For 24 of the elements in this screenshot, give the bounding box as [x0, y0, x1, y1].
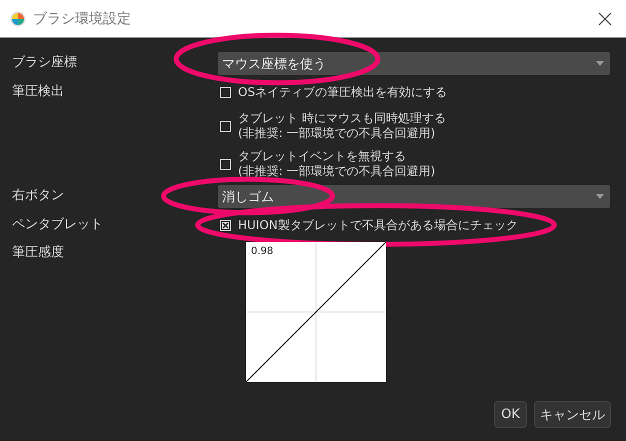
window-title: ブラシ環境設定	[33, 10, 132, 28]
setting-label: ブラシ座標	[12, 54, 78, 72]
setting-label: 筆圧検出	[12, 83, 65, 101]
checkbox[interactable]	[220, 120, 231, 132]
checkbox-label: タブレットイベントを無視する (非推奨: 一部環境での不具合回避用)	[238, 149, 436, 179]
close-icon[interactable]	[598, 12, 612, 26]
pressure-curve-graph[interactable]: 0.98	[246, 242, 386, 382]
checkbox-label: HUION製タブレットで不具合がある場合にチェック	[238, 218, 518, 232]
caret-icon	[596, 61, 604, 66]
caret-icon	[596, 194, 604, 199]
dialog-button[interactable]: キャンセル	[534, 401, 611, 428]
curve-value: 0.98	[251, 246, 274, 257]
checkbox[interactable]	[220, 220, 231, 230]
setting-label: 筆圧感度	[12, 244, 65, 262]
dropdown[interactable]: 消しゴム	[218, 185, 610, 208]
dialog-button[interactable]: OK	[494, 401, 527, 428]
checkbox-label: OSネイティブの筆圧検出を有効にする	[238, 84, 448, 100]
checkbox[interactable]	[220, 86, 231, 98]
dropdown[interactable]: マウス座標を使う	[218, 52, 610, 75]
setting-label: ペンタブレット	[12, 216, 104, 234]
checkbox[interactable]	[220, 158, 231, 170]
checkbox-label: タブレット 時にマウスも同時処理する (非推奨: 一部環境での不具合回避用)	[238, 111, 446, 141]
app-logo-icon	[10, 10, 26, 26]
setting-label: 右ボタン	[12, 187, 65, 205]
